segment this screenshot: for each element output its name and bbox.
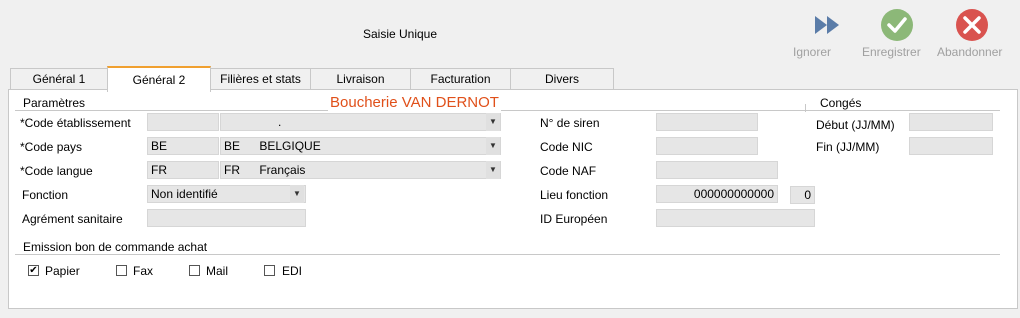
edi-label: EDI	[282, 264, 303, 278]
nic-label: Code NIC	[540, 140, 593, 154]
lieu-suffix-field[interactable]: 0	[790, 186, 815, 204]
code-pays-name: BELGIQUE	[259, 139, 321, 153]
code-etab-select[interactable]: .	[220, 113, 501, 131]
lieu-field[interactable]: 000000000000	[656, 185, 778, 203]
fin-field[interactable]	[909, 137, 993, 155]
code-etab-label: *Code établissement	[20, 116, 131, 130]
code-langue-label: *Code langue	[20, 164, 93, 178]
fast-forward-icon	[815, 16, 839, 34]
checkmark-icon	[881, 9, 913, 41]
id-europeen-label: ID Européen	[540, 212, 608, 226]
naf-field[interactable]	[656, 161, 778, 179]
chevron-down-icon[interactable]: ▼	[486, 137, 500, 155]
code-pays-code: BE	[224, 139, 241, 153]
fonction-select[interactable]: Non identifié	[147, 185, 306, 203]
code-pays-label: *Code pays	[20, 140, 83, 154]
agrement-field[interactable]	[147, 209, 306, 227]
code-langue-field[interactable]: FR	[147, 161, 219, 179]
company-name: Boucherie VAN DERNOT	[328, 94, 501, 111]
code-langue-select[interactable]: FR Français	[220, 161, 501, 179]
fin-label: Fin (JJ/MM)	[816, 140, 880, 154]
code-pays-select[interactable]: BE BELGIQUE	[220, 137, 501, 155]
chevron-down-icon[interactable]: ▼	[290, 185, 304, 203]
debut-label: Début (JJ/MM)	[816, 118, 895, 132]
divider	[15, 110, 1000, 111]
tab-filieres[interactable]: Filières et stats	[210, 68, 311, 89]
fax-label: Fax	[133, 264, 154, 278]
tab-general-2[interactable]: Général 2	[107, 66, 211, 92]
lieu-label: Lieu fonction	[540, 188, 609, 202]
code-pays-field[interactable]: BE	[147, 137, 219, 155]
window-title: Saisie Unique	[362, 27, 438, 41]
emission-label: Emission bon de commande achat	[23, 240, 208, 254]
tab-facturation[interactable]: Facturation	[410, 68, 511, 89]
ignore-button[interactable]: Ignorer	[793, 8, 863, 59]
abandon-button[interactable]: Abandonner	[937, 8, 1007, 59]
close-icon	[956, 9, 988, 41]
papier-checkbox[interactable]: ✔	[28, 265, 39, 276]
mail-label: Mail	[206, 264, 229, 278]
save-button[interactable]: Enregistrer	[862, 8, 932, 59]
fax-checkbox[interactable]	[116, 265, 127, 276]
nic-field[interactable]	[656, 137, 758, 155]
code-langue-name: Français	[259, 163, 306, 177]
chevron-down-icon[interactable]: ▼	[486, 161, 500, 179]
tab-divers[interactable]: Divers	[510, 68, 614, 89]
siren-label: N° de siren	[540, 116, 600, 130]
papier-label: Papier	[45, 264, 80, 278]
tab-livraison[interactable]: Livraison	[310, 68, 411, 89]
ignore-label: Ignorer	[793, 45, 832, 59]
section-conges: Congés	[818, 96, 864, 110]
save-label: Enregistrer	[862, 45, 921, 59]
code-langue-code: FR	[224, 163, 240, 177]
fonction-label: Fonction	[22, 188, 69, 202]
siren-field[interactable]	[656, 113, 758, 131]
tab-general-1[interactable]: Général 1	[10, 68, 108, 89]
mail-checkbox[interactable]	[189, 265, 200, 276]
naf-label: Code NAF	[540, 164, 597, 178]
abandon-label: Abandonner	[937, 45, 1003, 59]
divider	[15, 254, 1000, 255]
id-europeen-field[interactable]	[656, 209, 815, 227]
debut-field[interactable]	[909, 113, 993, 131]
section-parametres: Paramètres	[23, 96, 86, 110]
agrement-label: Agrément sanitaire	[22, 212, 123, 226]
chevron-down-icon[interactable]: ▼	[486, 113, 500, 131]
code-etab-field[interactable]	[147, 113, 219, 131]
edi-checkbox[interactable]	[264, 265, 275, 276]
code-etab-desc: .	[278, 115, 282, 129]
divider	[805, 104, 806, 112]
